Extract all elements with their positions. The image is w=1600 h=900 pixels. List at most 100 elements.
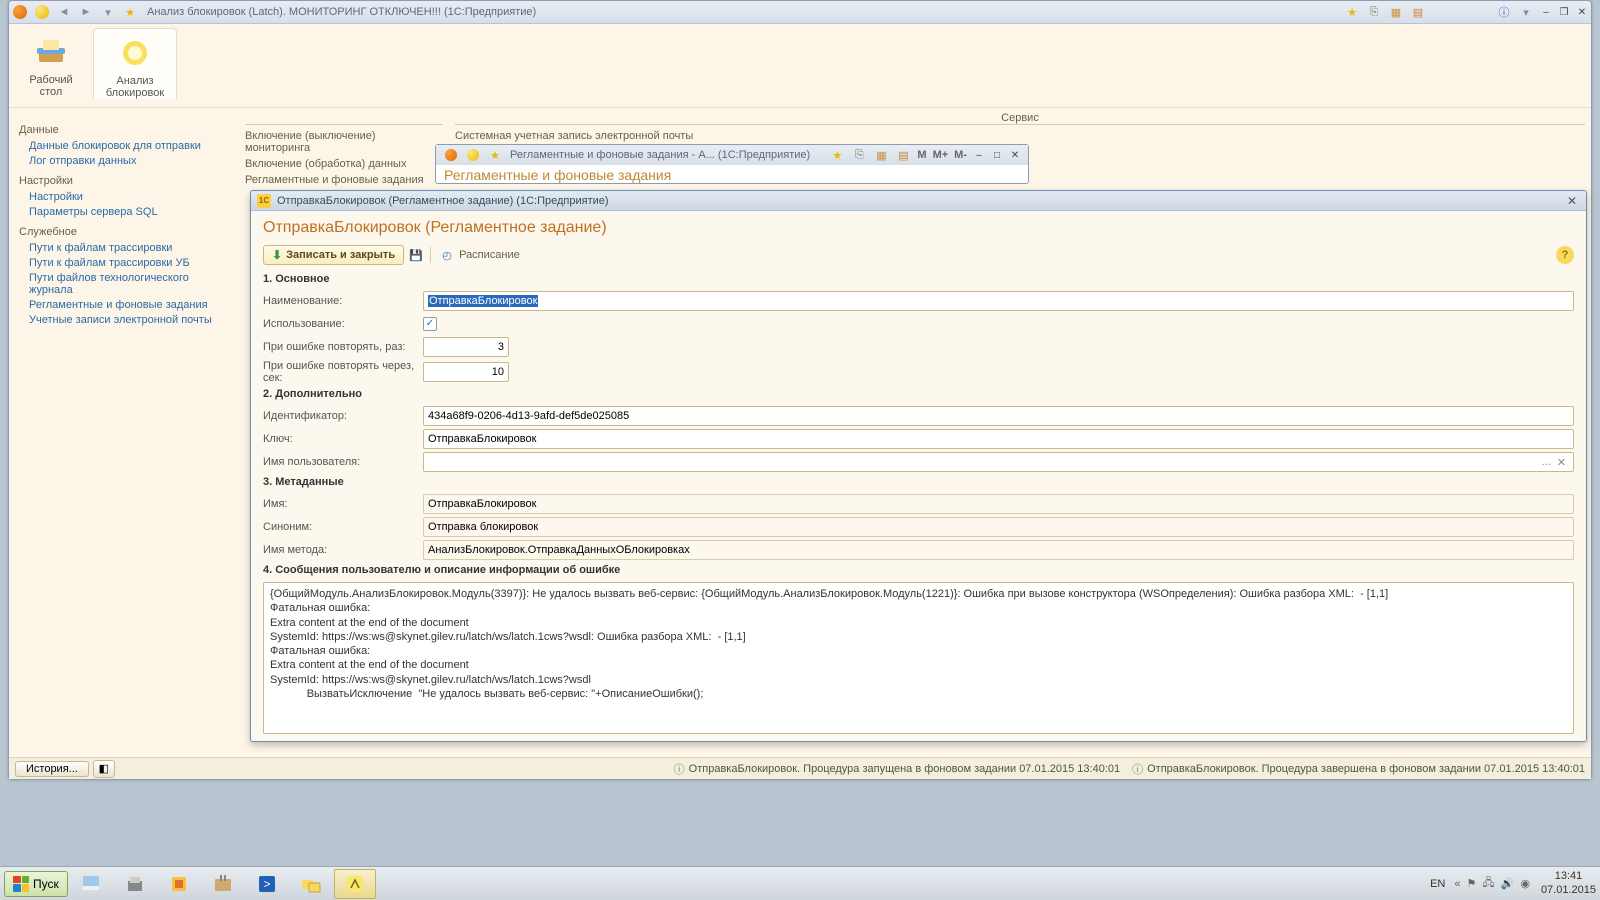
nav-item[interactable]: Лог отправки данных <box>29 155 233 167</box>
clock-time[interactable]: 13:41 <box>1555 870 1583 882</box>
calc-icon[interactable]: ▦ <box>872 146 890 164</box>
fav-add-icon[interactable]: ★ <box>828 146 846 164</box>
clock-date[interactable]: 07.01.2015 <box>1541 884 1596 896</box>
label-retrysec: При ошибке повторять через, сек: <box>263 360 423 384</box>
nav-item[interactable]: Параметры сервера SQL <box>29 206 233 218</box>
app-1c-icon: 1C <box>257 194 271 208</box>
taskbar-item[interactable] <box>158 869 200 899</box>
nav-back-icon[interactable]: ◄ <box>55 3 73 21</box>
key-input[interactable]: ОтправкаБлокировок <box>423 429 1574 449</box>
section-tabs: Рабочий стол Анализ блокировок <box>9 24 1591 108</box>
close-button[interactable]: ✕ <box>1574 5 1590 19</box>
tab-desktop[interactable]: Рабочий стол <box>9 30 93 98</box>
cmd-link[interactable]: Включение (выключение) мониторинга <box>239 129 449 155</box>
nav-fwd-icon[interactable]: ► <box>77 3 95 21</box>
cmd-link[interactable]: Системная учетная запись электронной поч… <box>449 129 1591 143</box>
fav-add-icon[interactable]: ★ <box>1343 3 1361 21</box>
save-close-button[interactable]: ⬇Записать и закрыть <box>263 245 404 265</box>
clear-button[interactable]: ✕ <box>1554 456 1569 469</box>
history-button[interactable]: История... <box>15 761 89 777</box>
label-id: Идентификатор: <box>263 410 423 422</box>
label-method: Имя метода: <box>263 544 423 556</box>
nav-item[interactable]: Пути к файлам трассировки УБ <box>29 257 233 269</box>
tray-flag-icon[interactable]: ⚑ <box>1466 877 1476 890</box>
schedule-link[interactable]: Расписание <box>459 249 520 261</box>
link-icon[interactable]: ⎘ <box>1365 3 1383 21</box>
favorite-icon[interactable]: ★ <box>121 3 139 21</box>
taskbar-item[interactable] <box>202 869 244 899</box>
info-icon: ⓘ <box>674 761 685 777</box>
maximize-button[interactable]: ❐ <box>1556 5 1572 19</box>
link-icon[interactable]: ⎘ <box>850 146 868 164</box>
dialog-header: ОтправкаБлокировок (Регламентное задание… <box>263 219 1574 237</box>
analysis-icon <box>117 35 153 71</box>
nav-item[interactable]: Учетные записи электронной почты <box>29 314 233 326</box>
svg-text:>: > <box>263 877 270 891</box>
section-1: 1. Основное <box>263 273 1574 285</box>
nav-item[interactable]: Регламентные и фоновые задания <box>29 299 233 311</box>
app-menu-icon[interactable] <box>11 3 29 21</box>
mem-mplus[interactable]: M+ <box>933 149 949 161</box>
select-button[interactable]: ... <box>1539 456 1554 468</box>
windows-taskbar: Пуск > EN « ⚑ 🖧 🔊 ◉ 13:41 07.01.2015 <box>0 866 1600 900</box>
maximize-button[interactable]: □ <box>989 148 1005 162</box>
minimize-button[interactable]: – <box>971 148 987 162</box>
app-menu-icon[interactable] <box>442 146 460 164</box>
calc-icon[interactable]: ▦ <box>1387 3 1405 21</box>
taskbar-item-active[interactable] <box>334 869 376 899</box>
nav-group-data: Данные <box>19 124 233 136</box>
calendar-icon[interactable]: ▤ <box>1409 3 1427 21</box>
tray-power-icon[interactable]: ◉ <box>1520 877 1530 890</box>
label-mname: Имя: <box>263 498 423 510</box>
user-input[interactable]: ...✕ <box>423 452 1574 472</box>
calendar-icon[interactable]: ▤ <box>894 146 912 164</box>
nav-item[interactable]: Настройки <box>29 191 233 203</box>
bg-window-title: Регламентные и фоновые задания - А... (1… <box>510 149 810 161</box>
nav-item[interactable]: Данные блокировок для отправки <box>29 140 233 152</box>
status-msg-1: ОтправкаБлокировок. Процедура запущена в… <box>689 763 1120 775</box>
app-dropdown-icon[interactable] <box>33 3 51 21</box>
nav-item[interactable]: Пути к файлам трассировки <box>29 242 233 254</box>
cmd-link[interactable]: Включение (обработка) данных <box>239 157 449 171</box>
retry-input[interactable]: 3 <box>423 337 509 357</box>
lang-indicator[interactable]: EN <box>1430 878 1445 890</box>
tray-network-icon[interactable]: 🖧 <box>1482 874 1494 893</box>
start-button[interactable]: Пуск <box>4 871 68 897</box>
section-3: 3. Метаданные <box>263 476 1574 488</box>
mem-m[interactable]: M <box>917 149 926 161</box>
taskbar-item[interactable] <box>70 869 112 899</box>
schedule-icon[interactable]: ◴ <box>437 245 457 265</box>
retrysec-input[interactable]: 10 <box>423 362 509 382</box>
help-icon[interactable]: ⓘ <box>1495 3 1513 21</box>
windows-list-icon[interactable]: ◧ <box>93 760 115 778</box>
dialog-close-button[interactable]: ✕ <box>1564 194 1580 208</box>
use-checkbox[interactable]: ✓ <box>423 317 437 331</box>
id-input[interactable]: 434a68f9-0206-4d13-9afd-def5de025085 <box>423 406 1574 426</box>
cmd-link[interactable]: Регламентные и фоновые задания <box>239 173 449 187</box>
bg-window-header: Регламентные и фоновые задания <box>436 165 1028 185</box>
label-key: Ключ: <box>263 433 423 445</box>
taskbar-item[interactable] <box>290 869 332 899</box>
help-button[interactable]: ? <box>1556 246 1574 264</box>
main-titlebar: ◄ ► ▾ ★ Анализ блокировок (Latch). МОНИТ… <box>9 1 1591 24</box>
help-drop-icon[interactable]: ▾ <box>1517 3 1535 21</box>
nav-drop-icon[interactable]: ▾ <box>99 3 117 21</box>
tray-volume-icon[interactable]: 🔊 <box>1501 877 1515 890</box>
taskbar-item[interactable] <box>114 869 156 899</box>
name-input[interactable]: ОтправкаБлокировок <box>423 291 1574 311</box>
close-button[interactable]: ✕ <box>1007 148 1023 162</box>
mem-indicator <box>1431 3 1491 21</box>
tray-chevron-icon[interactable]: « <box>1454 878 1460 890</box>
mem-mminus[interactable]: M- <box>954 149 967 161</box>
app-dropdown-icon[interactable] <box>464 146 482 164</box>
section-4: 4. Сообщения пользователю и описание инф… <box>263 564 1574 576</box>
taskbar-item[interactable]: > <box>246 869 288 899</box>
label-retry: При ошибке повторять, раз: <box>263 341 423 353</box>
nav-item[interactable]: Пути файлов технологического журнала <box>29 272 233 296</box>
favorite-icon[interactable]: ★ <box>486 146 504 164</box>
minimize-button[interactable]: – <box>1538 5 1554 19</box>
save-icon[interactable]: 💾 <box>406 245 426 265</box>
tab-analysis[interactable]: Анализ блокировок <box>93 28 177 99</box>
nav-group-settings: Настройки <box>19 175 233 187</box>
error-text[interactable]: {ОбщийМодуль.АнализБлокировок.Модуль(339… <box>263 582 1574 734</box>
